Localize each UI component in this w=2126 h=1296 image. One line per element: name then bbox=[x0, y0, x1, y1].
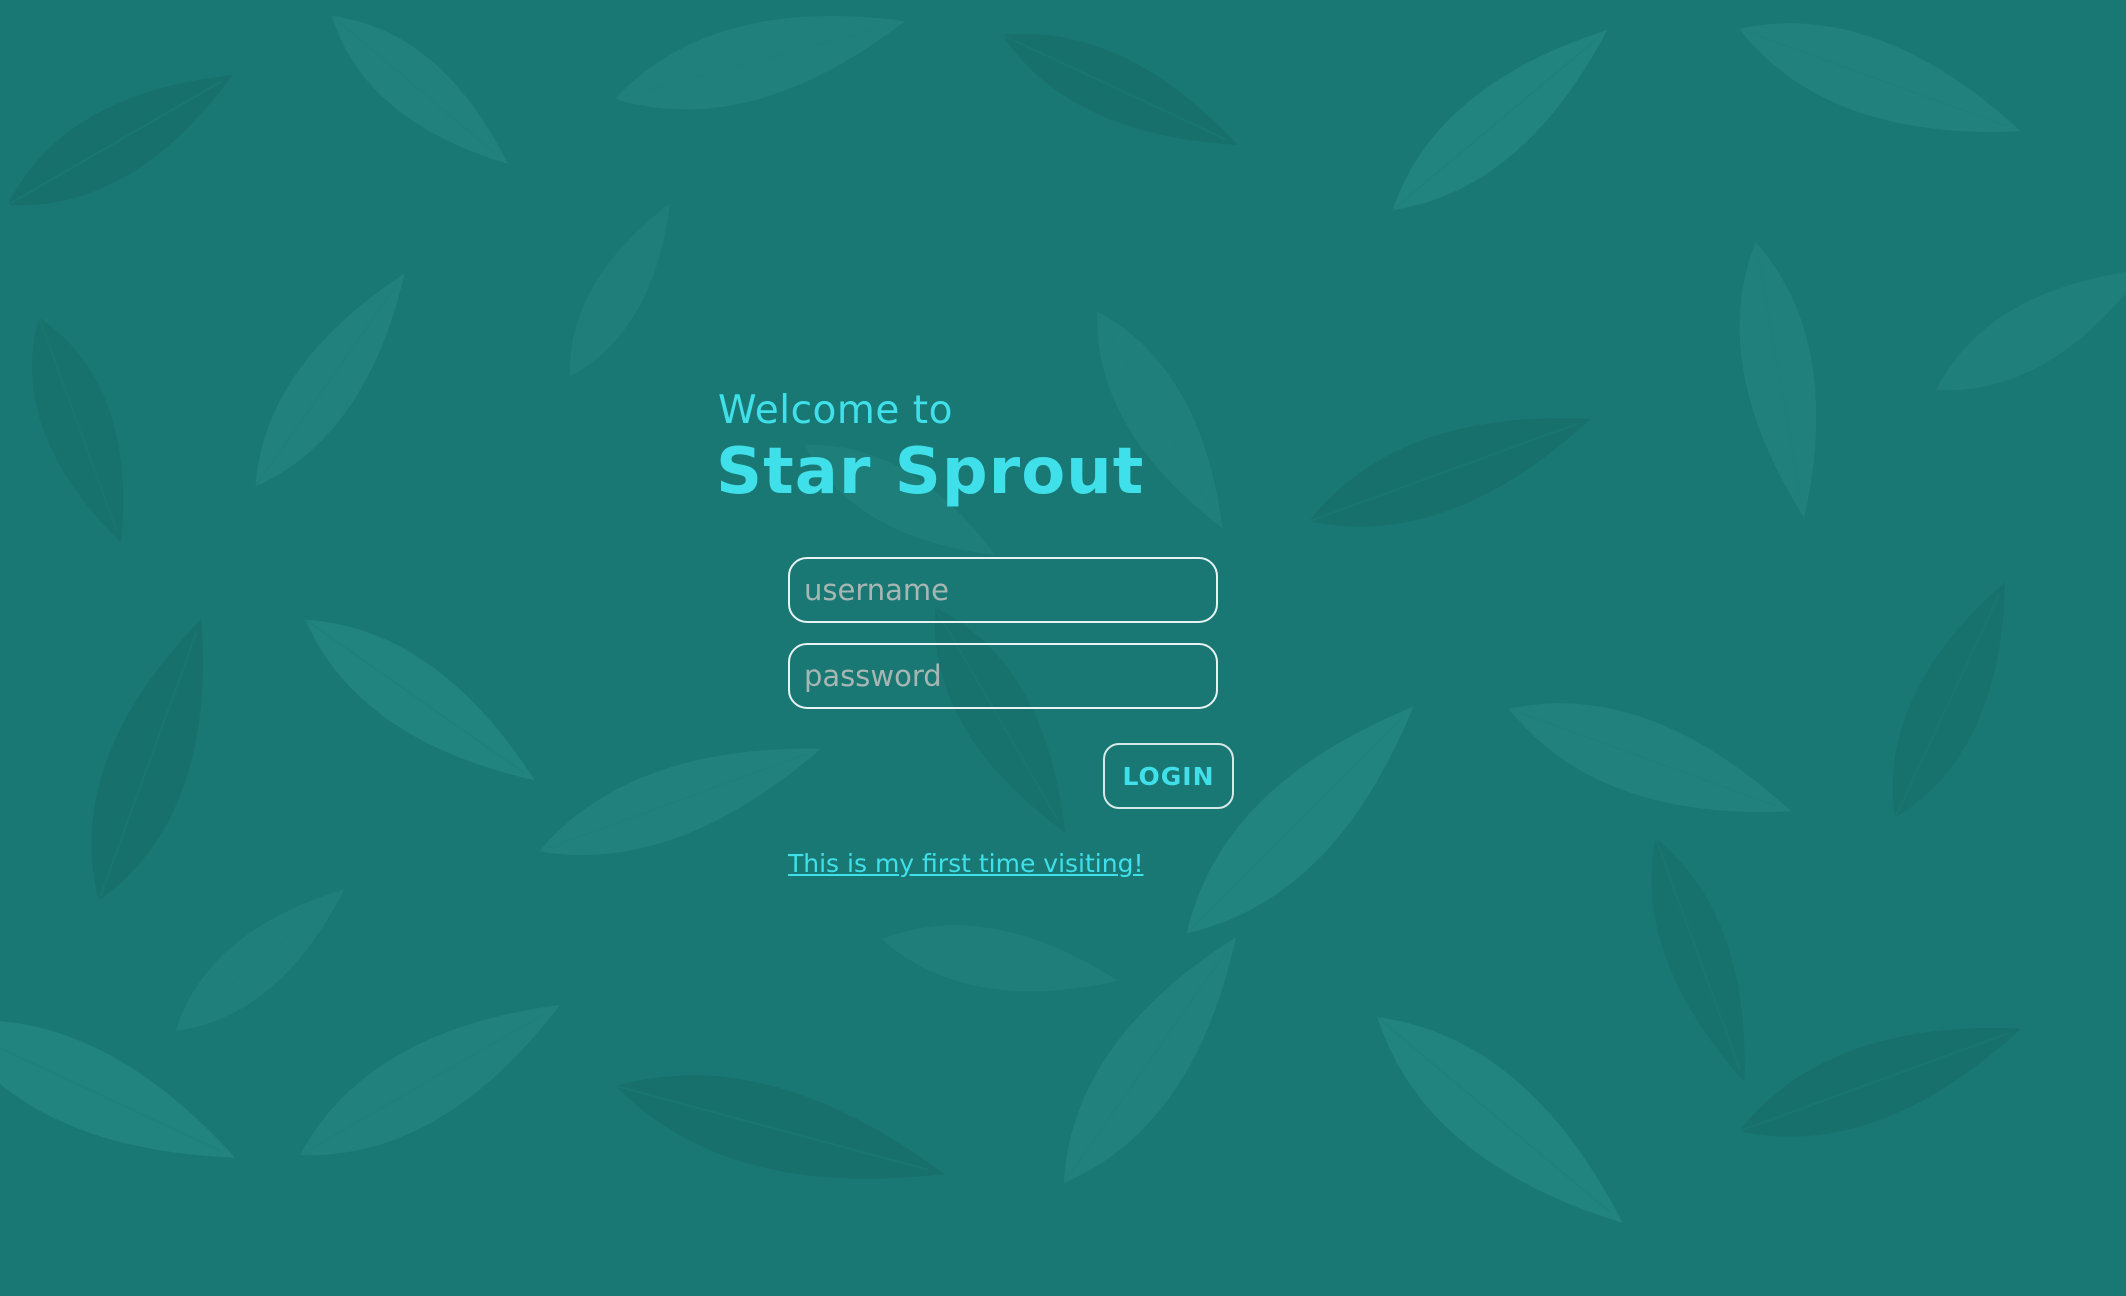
leaf-shape bbox=[91, 619, 203, 902]
leaf-shape bbox=[1738, 1028, 2021, 1137]
welcome-heading: Welcome to bbox=[718, 388, 953, 433]
leaf-shape bbox=[1935, 270, 2126, 391]
leaf-shape bbox=[6, 75, 233, 206]
leaf-shape bbox=[304, 618, 535, 781]
leaf-shape bbox=[1508, 703, 1791, 812]
leaf-shape bbox=[1001, 33, 1238, 145]
leaf-shape bbox=[1651, 837, 1745, 1083]
leaf-shape bbox=[331, 15, 509, 164]
leaf-shape bbox=[1892, 582, 2005, 819]
leaf-shape bbox=[538, 748, 821, 855]
leaf-shape bbox=[1308, 418, 1591, 527]
login-panel: Welcome to Star Sprout LOGIN This is my … bbox=[716, 388, 1258, 878]
first-visit-link[interactable]: This is my first time visiting! bbox=[788, 849, 1143, 878]
leaf-shape bbox=[299, 1005, 560, 1156]
leaf-shape bbox=[934, 606, 1065, 833]
leaf-shape bbox=[614, 16, 905, 110]
leaf-shape bbox=[569, 203, 670, 378]
app-title: Star Sprout bbox=[716, 435, 1145, 509]
leaf-shape bbox=[175, 889, 345, 1032]
leaf-shape bbox=[1738, 23, 2021, 132]
leaf-shape bbox=[1376, 1016, 1623, 1223]
leaf-shape bbox=[881, 925, 1119, 992]
leaf-shape bbox=[1186, 706, 1414, 934]
leaf-shape bbox=[32, 316, 124, 543]
leaf-shape bbox=[1392, 30, 1608, 211]
leaf-shape bbox=[254, 273, 405, 488]
leaf-shape bbox=[615, 1075, 945, 1179]
login-button[interactable]: LOGIN bbox=[1103, 743, 1234, 809]
password-input[interactable] bbox=[788, 643, 1218, 709]
leaf-shape bbox=[1739, 241, 1817, 518]
username-input[interactable] bbox=[788, 557, 1218, 623]
